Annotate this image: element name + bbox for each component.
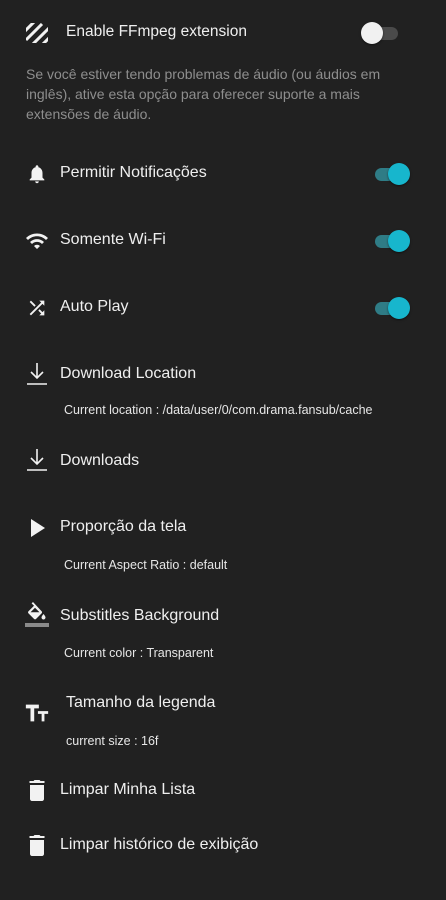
shuffle-icon <box>24 295 50 321</box>
bell-icon <box>24 161 50 187</box>
aspect-ratio-subtitle: Current Aspect Ratio : default <box>64 558 228 572</box>
setting-downloads[interactable]: Downloads <box>0 438 446 488</box>
wifi-toggle[interactable] <box>372 229 410 253</box>
trash-icon <box>24 832 50 858</box>
downloads-title: Downloads <box>60 452 140 469</box>
setting-notifications[interactable]: Permitir Notificações <box>0 150 446 198</box>
clear-history-title: Limpar histórico de exibição <box>60 836 259 853</box>
toggle-thumb <box>388 230 410 252</box>
paint-bucket-icon <box>24 602 50 628</box>
notifications-title: Permitir Notificações <box>60 164 207 181</box>
text-size-icon <box>24 700 50 726</box>
subtitle-size-subtitle: current size : 16f <box>66 734 159 748</box>
ffmpeg-description: Se você estiver tendo problemas de áudio… <box>26 66 381 122</box>
setting-ffmpeg[interactable]: Enable FFmpeg extension Se você estiver … <box>0 0 446 130</box>
setting-wifi[interactable]: Somente Wi-Fi <box>0 217 446 265</box>
toggle-thumb <box>388 297 410 319</box>
download-icon <box>24 361 50 387</box>
download-location-subtitle: Current location : /data/user/0/com.dram… <box>64 403 373 417</box>
notifications-toggle[interactable] <box>372 162 410 186</box>
trash-icon <box>24 777 50 803</box>
setting-aspect-ratio[interactable]: Proporção da tela Current Aspect Ratio :… <box>0 505 446 585</box>
toggle-thumb <box>361 22 383 44</box>
aspect-ratio-title: Proporção da tela <box>60 518 187 535</box>
subtitle-bg-title: Substitles Background <box>60 607 220 624</box>
setting-clear-history[interactable]: Limpar histórico de exibição <box>0 823 446 867</box>
clear-list-title: Limpar Minha Lista <box>60 781 196 798</box>
setting-subtitle-background[interactable]: Substitles Background Current color : Tr… <box>0 593 446 673</box>
toggle-thumb <box>388 163 410 185</box>
setting-subtitle-size[interactable]: Tamanho da legenda current size : 16f <box>0 680 446 760</box>
subtitle-size-title: Tamanho da legenda <box>66 694 216 711</box>
download-location-title: Download Location <box>60 365 197 382</box>
ffmpeg-toggle[interactable] <box>361 21 401 45</box>
play-icon <box>24 515 50 541</box>
autoplay-toggle[interactable] <box>372 296 410 320</box>
autoplay-title: Auto Play <box>60 298 129 315</box>
download-icon <box>24 447 50 473</box>
wifi-icon <box>24 228 50 254</box>
ffmpeg-title: Enable FFmpeg extension <box>66 23 247 40</box>
setting-autoplay[interactable]: Auto Play <box>0 284 446 332</box>
stripes-icon <box>24 20 50 46</box>
wifi-title: Somente Wi-Fi <box>60 231 166 248</box>
setting-clear-list[interactable]: Limpar Minha Lista <box>0 768 446 812</box>
setting-download-location[interactable]: Download Location Current location : /da… <box>0 350 446 430</box>
subtitle-bg-subtitle: Current color : Transparent <box>64 646 214 660</box>
